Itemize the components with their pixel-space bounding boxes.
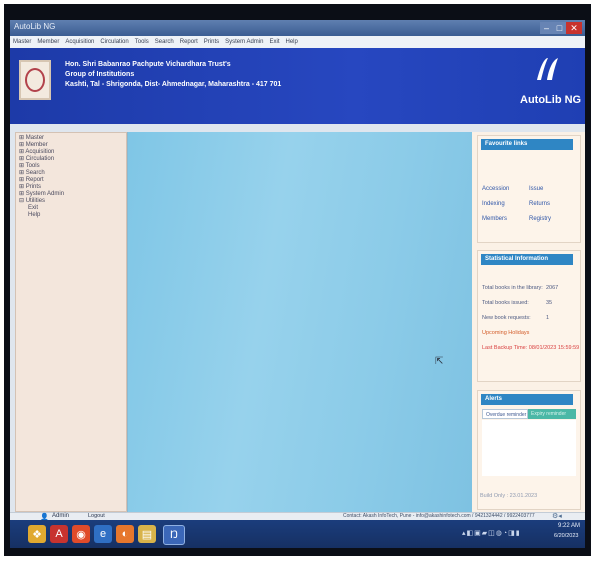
app-window: AutoLib NG – □ ✕ Master Member Acquisiti… — [10, 20, 585, 521]
link-indexing[interactable]: Indexing — [482, 201, 505, 207]
menu-report[interactable]: Report — [180, 39, 198, 45]
windows-taskbar: ❖ A ◉ e ◐ ▤ Ŋ ▴◧▣▰◫◍◔◨▮ 9:22 AM 6/20/202… — [10, 520, 585, 548]
mouse-cursor-icon: ⇱ — [435, 356, 444, 367]
favourites-title: Favourite links — [481, 139, 573, 150]
menu-acquisition[interactable]: Acquisition — [65, 39, 94, 45]
nav-master[interactable]: ⊞ Master — [19, 135, 123, 142]
autolib-logo-icon — [537, 58, 558, 80]
menu-prints[interactable]: Prints — [204, 39, 219, 45]
status-username: Admin — [52, 513, 70, 519]
stat-total-books-label: Total books in the library: — [482, 285, 543, 291]
nav-help[interactable]: Help — [19, 212, 123, 219]
link-returns[interactable]: Returns — [529, 201, 550, 207]
org-group: Group of Institutions — [65, 71, 135, 78]
org-name: Hon. Shri Babanrao Pachpute Vichardhara … — [65, 61, 231, 68]
pdf-reader-icon[interactable]: A — [50, 525, 68, 543]
status-contact: Contact: Akash InfoTech, Pune - info@aka… — [343, 513, 535, 519]
menu-exit[interactable]: Exit — [269, 39, 279, 45]
stats-panel: Statistical Information Total books in t… — [477, 250, 581, 382]
nav-exit[interactable]: Exit — [19, 205, 123, 212]
title-bar: AutoLib NG – □ ✕ — [10, 20, 585, 36]
menu-master[interactable]: Master — [13, 39, 31, 45]
upcoming-holidays-link[interactable]: Upcoming Holidays — [482, 330, 529, 336]
clock-date: 6/20/2023 — [554, 533, 579, 539]
stat-issued-value: 35 — [546, 300, 553, 306]
link-members[interactable]: Members — [482, 216, 507, 222]
stats-title: Statistical Information — [481, 254, 573, 265]
alerts-panel: Alerts Overdue reminder Expiry reminder — [477, 390, 581, 510]
menu-tools[interactable]: Tools — [135, 39, 149, 45]
menu-bar: Master Member Acquisition Circulation To… — [10, 36, 585, 48]
chrome-icon[interactable]: ◉ — [72, 525, 90, 543]
app-header: Hon. Shri Babanrao Pachpute Vichardhara … — [10, 48, 585, 124]
menu-circulation[interactable]: Circulation — [100, 39, 128, 45]
nav-prints[interactable]: ⊞ Prints — [19, 184, 123, 191]
tab-overdue-reminder[interactable]: Overdue reminder — [482, 409, 528, 419]
institution-logo — [19, 60, 51, 100]
stat-requests-value: 1 — [546, 315, 550, 321]
status-tray-icon: ⚙◂ — [552, 513, 562, 520]
favourites-panel: Favourite links Accession Issue Indexing… — [477, 135, 581, 243]
menu-member[interactable]: Member — [37, 39, 59, 45]
maximize-button[interactable]: □ — [553, 22, 566, 34]
clock-time: 9:22 AM — [558, 523, 581, 529]
menu-system-admin[interactable]: System Admin — [225, 39, 263, 45]
nav-member[interactable]: ⊞ Member — [19, 142, 123, 149]
link-accession[interactable]: Accession — [482, 186, 509, 192]
main-workspace: ⇱ — [127, 132, 472, 512]
alerts-content — [482, 420, 576, 476]
menu-help[interactable]: Help — [286, 39, 298, 45]
menu-search[interactable]: Search — [155, 39, 174, 45]
logout-button[interactable]: Logout — [88, 513, 108, 519]
status-bar: 👤 Admin Logout Contact: Akash InfoTech, … — [10, 512, 585, 521]
left-nav-tree: ⊞ Master ⊞ Member ⊞ Acquisition ⊞ Circul… — [15, 132, 127, 512]
window-title: AutoLib NG — [14, 22, 56, 31]
close-button[interactable]: ✕ — [566, 22, 582, 34]
internet-explorer-icon[interactable]: e — [94, 525, 112, 543]
minimize-button[interactable]: – — [540, 22, 553, 34]
nav-system-admin[interactable]: ⊞ System Admin — [19, 191, 123, 198]
file-explorer-icon[interactable]: ▤ — [138, 525, 156, 543]
link-registry[interactable]: Registry — [529, 216, 551, 222]
stat-issued-label: Total books issued: — [482, 300, 529, 306]
right-sidebar: Favourite links Accession Issue Indexing… — [472, 132, 585, 512]
stat-total-books-value: 2067 — [546, 285, 559, 291]
brand-name: AutoLib NG — [520, 94, 582, 106]
org-address: Kashti, Tal - Shrigonda, Dist- Ahmednaga… — [65, 81, 282, 88]
system-tray-icon: ▴◧▣▰◫◍◔◨▮ — [462, 530, 521, 537]
last-backup-time: Last Backup Time: 08/01/2023 15:59:59 — [482, 345, 580, 351]
build-info: Build Only : 23.01.2023 — [480, 493, 538, 499]
start-icon[interactable]: ❖ — [28, 525, 46, 543]
nav-circulation[interactable]: ⊞ Circulation — [19, 156, 123, 163]
firefox-icon[interactable]: ◐ — [116, 525, 134, 543]
nav-report[interactable]: ⊞ Report — [19, 177, 123, 184]
autolib-taskbar-icon[interactable]: Ŋ — [163, 525, 185, 545]
nav-tools[interactable]: ⊞ Tools — [19, 163, 123, 170]
alerts-title: Alerts — [481, 394, 573, 405]
tab-expiry-reminder[interactable]: Expiry reminder — [528, 409, 576, 419]
nav-acquisition[interactable]: ⊞ Acquisition — [19, 149, 123, 156]
nav-search[interactable]: ⊞ Search — [19, 170, 123, 177]
stat-requests-label: New book requests: — [482, 315, 531, 321]
nav-utilities[interactable]: ⊟ Utilities — [19, 198, 123, 205]
link-issue[interactable]: Issue — [529, 186, 543, 192]
